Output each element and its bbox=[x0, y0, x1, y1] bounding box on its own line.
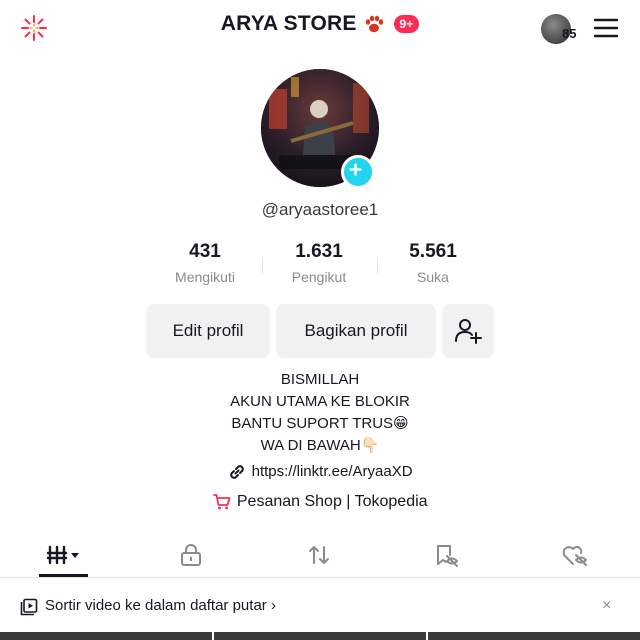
lock-icon bbox=[181, 544, 201, 566]
tab-liked[interactable] bbox=[545, 534, 605, 576]
banner-text-label: Sortir video ke dalam daftar putar bbox=[45, 597, 267, 614]
add-friend-button[interactable] bbox=[442, 304, 494, 358]
videos-grid-icon bbox=[46, 545, 79, 565]
add-avatar-button[interactable] bbox=[341, 155, 375, 189]
close-icon[interactable]: × bbox=[602, 597, 611, 615]
shop-link[interactable]: Pesanan Shop | Tokopedia bbox=[0, 492, 640, 512]
link-icon bbox=[230, 465, 245, 479]
tab-reposts[interactable] bbox=[289, 534, 349, 576]
heart-hidden-icon bbox=[562, 545, 587, 566]
shop-link-text[interactable]: Pesanan Shop | Tokopedia bbox=[237, 493, 428, 510]
stat-following-value: 431 bbox=[189, 241, 221, 262]
shopping-cart-icon bbox=[213, 494, 231, 510]
bio-line: BISMILLAH bbox=[280, 371, 360, 388]
content-tabs bbox=[0, 534, 640, 578]
stat-likes-label: Suka bbox=[417, 269, 449, 285]
tab-favorites[interactable] bbox=[417, 534, 477, 576]
stat-likes[interactable]: 5.561 Suka bbox=[378, 241, 488, 285]
bookmark-hidden-icon bbox=[437, 545, 458, 567]
chevron-right-icon: › bbox=[270, 597, 276, 614]
stat-followers-label: Pengikut bbox=[291, 269, 347, 285]
bio-line: BANTU SUPORT TRUS😁 bbox=[231, 415, 409, 432]
story-count: 85 bbox=[562, 26, 577, 41]
tab-videos[interactable] bbox=[34, 534, 94, 576]
top-bar: ARYA STORE 9+ 85 bbox=[0, 0, 640, 56]
playlist-sort-banner[interactable]: Sortir video ke dalam daftar putar › × bbox=[0, 589, 640, 625]
profile-link[interactable]: https://linktr.ee/AryaaXD bbox=[0, 462, 640, 482]
stat-likes-value: 5.561 bbox=[409, 241, 457, 262]
add-friend-icon bbox=[455, 319, 482, 344]
bio-line: WA DI BAWAH👇🏻 bbox=[260, 437, 380, 454]
profile-bio: BISMILLAH AKUN UTAMA KE BLOKIR BANTU SUP… bbox=[0, 369, 640, 457]
share-profile-button[interactable]: Bagikan profil bbox=[276, 304, 436, 358]
stat-followers[interactable]: 1.631 Pengikut bbox=[264, 241, 374, 285]
stat-followers-value: 1.631 bbox=[295, 241, 343, 262]
stat-following-label: Mengikuti bbox=[175, 269, 235, 285]
paw-icon bbox=[365, 15, 384, 33]
active-tab-indicator bbox=[39, 574, 88, 577]
tab-private[interactable] bbox=[161, 534, 221, 576]
profile-title: ARYA STORE bbox=[220, 12, 357, 35]
video-grid-preview bbox=[0, 632, 640, 640]
stats-divider bbox=[262, 257, 263, 273]
repost-icon bbox=[309, 546, 329, 564]
video-thumbnail[interactable] bbox=[214, 632, 426, 640]
video-thumbnail[interactable] bbox=[428, 632, 640, 640]
username: @aryaastoree1 bbox=[261, 200, 379, 219]
notification-badge[interactable]: 9+ bbox=[393, 15, 420, 33]
video-thumbnail[interactable] bbox=[0, 632, 212, 640]
banner-text[interactable]: Sortir video ke dalam daftar putar › bbox=[45, 597, 276, 614]
profile-link-text[interactable]: https://linktr.ee/AryaaXD bbox=[252, 463, 413, 480]
menu-icon[interactable] bbox=[593, 16, 619, 40]
stat-following[interactable]: 431 Mengikuti bbox=[150, 241, 260, 285]
edit-profile-button[interactable]: Edit profil bbox=[146, 304, 270, 358]
playlist-icon bbox=[20, 598, 38, 616]
bio-line: AKUN UTAMA KE BLOKIR bbox=[230, 393, 410, 410]
